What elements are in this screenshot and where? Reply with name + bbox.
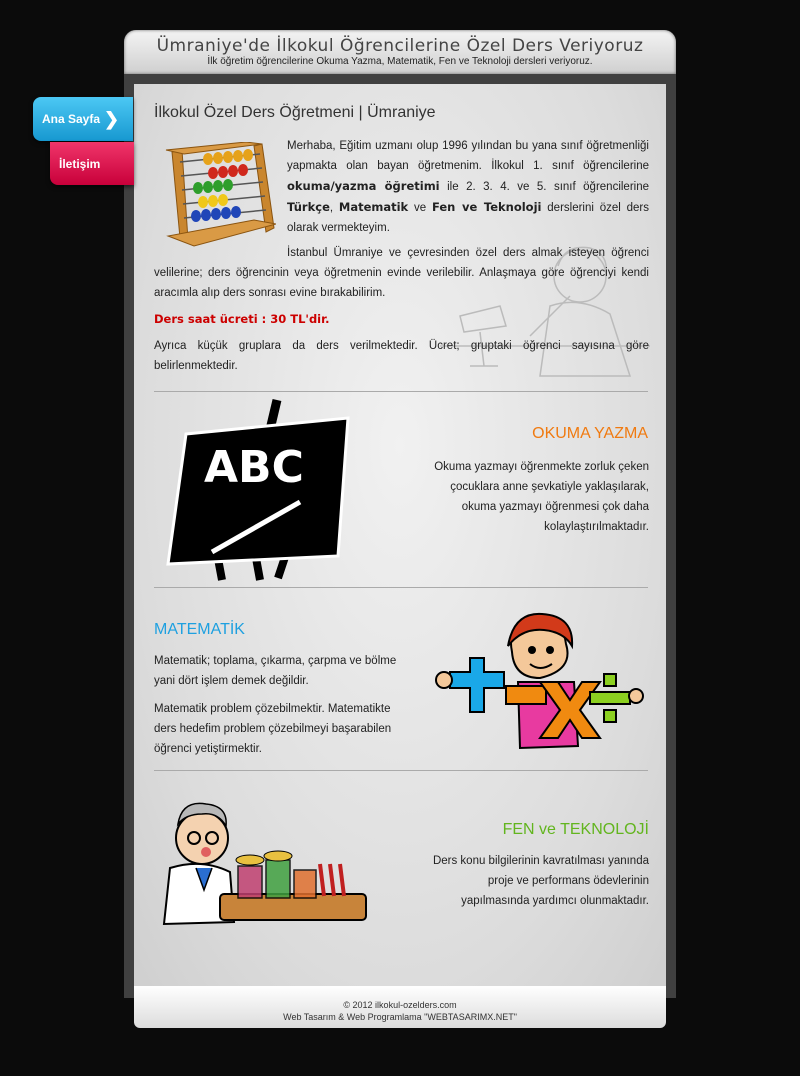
intro-text: ve <box>408 202 432 214</box>
chalkboard-text: ABC <box>204 442 304 493</box>
site-header: Ümraniye'de İlkokul Öğrencilerine Özel D… <box>124 30 676 74</box>
nav-home-button[interactable]: Ana Sayfa ❯ <box>33 97 133 141</box>
nav-home-label: Ana Sayfa <box>42 112 101 126</box>
intro-bold-text: okuma/yazma öğretimi <box>287 179 440 193</box>
fen-teknoloji-title: FEN ve TEKNOLOJİ <box>502 821 649 838</box>
abacus-image <box>165 142 276 247</box>
copyright-text: © 2012 ilkokul-ozelders.com <box>343 1000 457 1010</box>
scientist-image <box>162 802 367 926</box>
matematik-title: MATEMATİK <box>154 621 245 638</box>
nav-contact-label: İletişim <box>59 156 101 171</box>
chevron-right-icon: ❯ <box>104 108 120 129</box>
intro-text: ile 2. 3. 4. ve 5. sınıf öğrencilerine <box>439 181 649 193</box>
site-footer: © 2012 ilkokul-ozelders.com Web Tasarım … <box>134 986 666 1028</box>
intro-paragraph-2: İstanbul Ümraniye ve çevresinden özel de… <box>154 247 649 299</box>
matematik-text-2: Matematik problem çözebilmektir. Matemat… <box>154 703 392 755</box>
intro-text: , <box>329 202 339 214</box>
site-title: Ümraniye'de İlkokul Öğrencilerine Özel D… <box>156 36 644 56</box>
math-kid-image <box>435 612 644 750</box>
page-title: İlkokul Özel Ders Öğretmeni | Ümraniye <box>154 104 436 121</box>
fen-teknoloji-text: Ders konu bilgilerinin kavratılması yanı… <box>432 855 649 907</box>
chalkboard-image: ABC <box>166 398 350 581</box>
intro-text: Merhaba, Eğitim uzmanı olup 1996 yılında… <box>287 140 649 172</box>
intro-paragraph-3: Ayrıca küçük gruplara da ders verilmekte… <box>154 340 649 372</box>
intro-bold-text: Matematik <box>338 200 409 214</box>
site-subtitle: İlk öğretim öğrencilerine Okuma Yazma, M… <box>207 56 593 67</box>
okuma-yazma-title: OKUMA YAZMA <box>532 425 648 442</box>
intro-bold-text: Türkçe <box>287 200 330 214</box>
divider <box>154 770 648 771</box>
price-text: Ders saat ücreti : 30 TL'dir. <box>154 312 330 326</box>
matematik-text-1: Matematik; toplama, çıkarma, çarpma ve b… <box>154 655 397 687</box>
nav-contact-button[interactable]: İletişim <box>50 142 134 185</box>
intro-bold-text: Fen ve Teknoloji <box>431 200 542 214</box>
credit-link[interactable]: Web Tasarım & Web Programlama "WEBTASARI… <box>134 1011 666 1023</box>
intro-paragraph-1: Merhaba, Eğitim uzmanı olup 1996 yılında… <box>287 136 649 238</box>
divider <box>154 391 648 392</box>
divider <box>154 587 648 588</box>
okuma-yazma-text: Okuma yazmayı öğrenmekte zorluk çeken ço… <box>434 461 649 533</box>
